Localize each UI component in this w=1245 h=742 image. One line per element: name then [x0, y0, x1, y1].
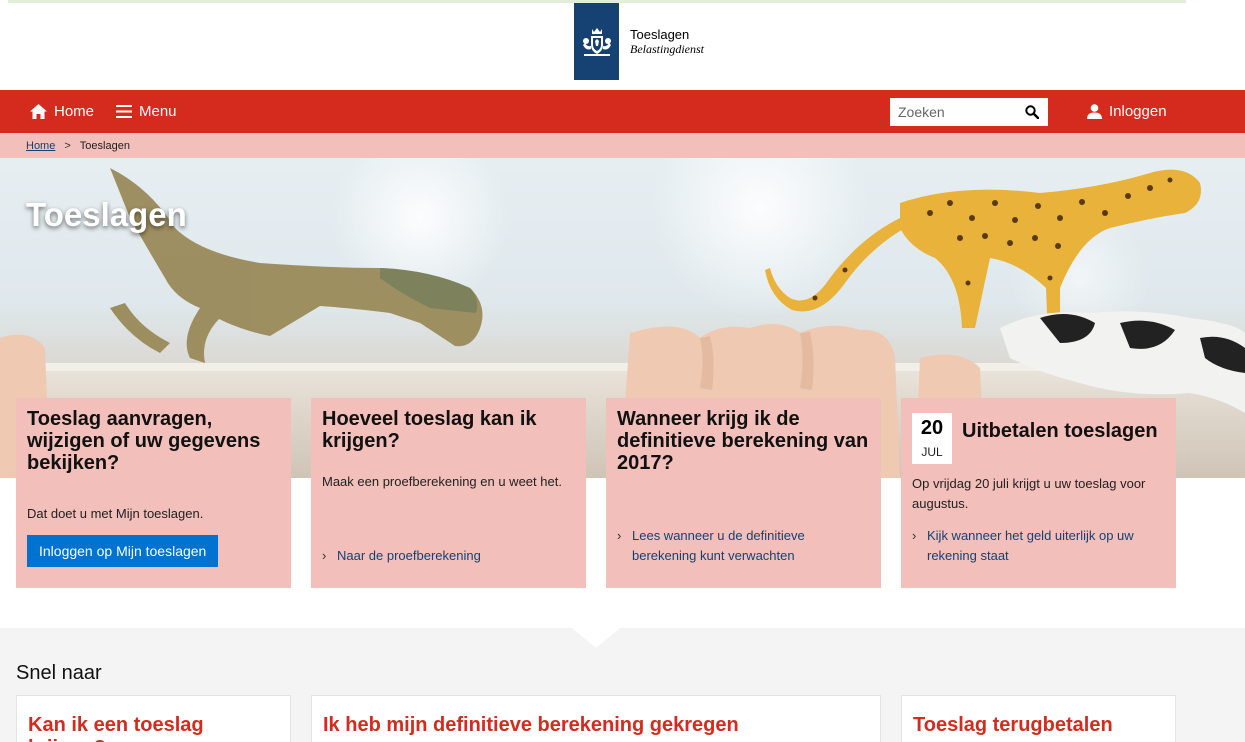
breadcrumb-current: Toeslagen	[79, 139, 130, 152]
uitbetaling-link[interactable]: › Kijk wanneer het geld uiterlijk op uw …	[912, 526, 1162, 566]
login-mijn-toeslagen-button[interactable]: Inloggen op Mijn toeslagen	[27, 535, 219, 567]
quick-link-label: Ik heb mijn definitieve berekening gekre…	[323, 714, 739, 736]
user-icon	[1087, 104, 1102, 119]
link-label: Naar de proefberekening	[337, 548, 481, 563]
card-mijn-toeslagen: Toeslag aanvragen, wijzigen of uw gegeve…	[16, 398, 291, 588]
logo-line-2: Belastingdienst	[630, 41, 704, 56]
card-text: Op vrijdag 20 juli krijgt u uw toeslag v…	[912, 476, 1146, 511]
date-badge: 20 JUL	[912, 413, 952, 464]
card-title: Wanneer krijg ik de definitieve berekeni…	[617, 408, 869, 474]
quick-links-title: Snel naar	[16, 662, 102, 684]
card-text: Maak een proefberekening en u weet het.	[322, 474, 562, 489]
chevron-right-icon: ›	[912, 528, 917, 543]
nav-home-label: Home	[54, 103, 95, 120]
home-icon	[30, 104, 47, 119]
nav-login-label: Inloggen	[1109, 103, 1167, 120]
breadcrumb: Home > Toeslagen	[0, 133, 1245, 158]
card-title: Toeslag aanvragen, wijzigen of uw gegeve…	[27, 408, 261, 474]
chevron-right-icon: ›	[617, 528, 622, 543]
nav-menu-label: Menu	[139, 103, 177, 120]
chevron-right-icon: ›	[322, 548, 327, 563]
coat-of-arms-icon	[574, 3, 619, 80]
card-definitieve-berekening: Wanneer krijg ik de definitieve berekeni…	[606, 398, 881, 588]
nav-home[interactable]: Home	[30, 90, 94, 133]
nav-login[interactable]: Inloggen	[1087, 90, 1167, 133]
date-day: 20	[920, 417, 944, 439]
definitieve-berekening-link[interactable]: › Lees wanneer u de definitieve berekeni…	[617, 526, 857, 566]
search-button[interactable]	[1018, 98, 1046, 126]
site-logo[interactable]: Toeslagen Belastingdienst	[574, 3, 704, 80]
card-title: Hoeveel toeslag kan ik krijgen?	[322, 408, 537, 452]
quick-link-label: Kan ik een toeslag krijgen?	[28, 714, 204, 742]
search-icon	[1025, 105, 1039, 119]
card-proefberekening: Hoeveel toeslag kan ik krijgen? Maak een…	[311, 398, 586, 588]
section-pointer	[572, 628, 620, 648]
proefberekening-link[interactable]: › Naar de proefberekening	[322, 546, 481, 566]
page-title: Toeslagen	[26, 196, 187, 233]
date-month: JUL	[921, 445, 943, 459]
nav-menu[interactable]: Menu	[116, 90, 177, 133]
hamburger-icon	[116, 105, 132, 118]
search-box	[890, 98, 1048, 126]
quick-link-label: Toeslag terugbetalen	[913, 714, 1113, 736]
quick-link-card[interactable]: Kan ik een toeslag krijgen?	[16, 695, 291, 742]
card-uitbetalen: 20 JUL Uitbetalen toeslagen Op vrijdag 2…	[901, 398, 1176, 588]
link-label: Lees wanneer u de definitieve berekening…	[632, 528, 805, 563]
quick-link-card[interactable]: Toeslag terugbetalen	[901, 695, 1176, 742]
card-title: Uitbetalen toeslagen	[962, 420, 1158, 442]
logo-line-1: Toeslagen	[630, 26, 690, 42]
search-input[interactable]	[890, 99, 1018, 125]
quick-link-card[interactable]: Ik heb mijn definitieve berekening gekre…	[311, 695, 881, 742]
link-label: Kijk wanneer het geld uiterlijk op uw re…	[927, 528, 1134, 563]
card-text: Dat doet u met Mijn toeslagen.	[27, 506, 204, 521]
logo-text: Toeslagen Belastingdienst	[630, 27, 704, 57]
breadcrumb-home-link[interactable]: Home	[26, 140, 55, 152]
breadcrumb-separator: >	[64, 139, 71, 152]
main-navigation: Home Menu Inloggen	[0, 90, 1245, 133]
